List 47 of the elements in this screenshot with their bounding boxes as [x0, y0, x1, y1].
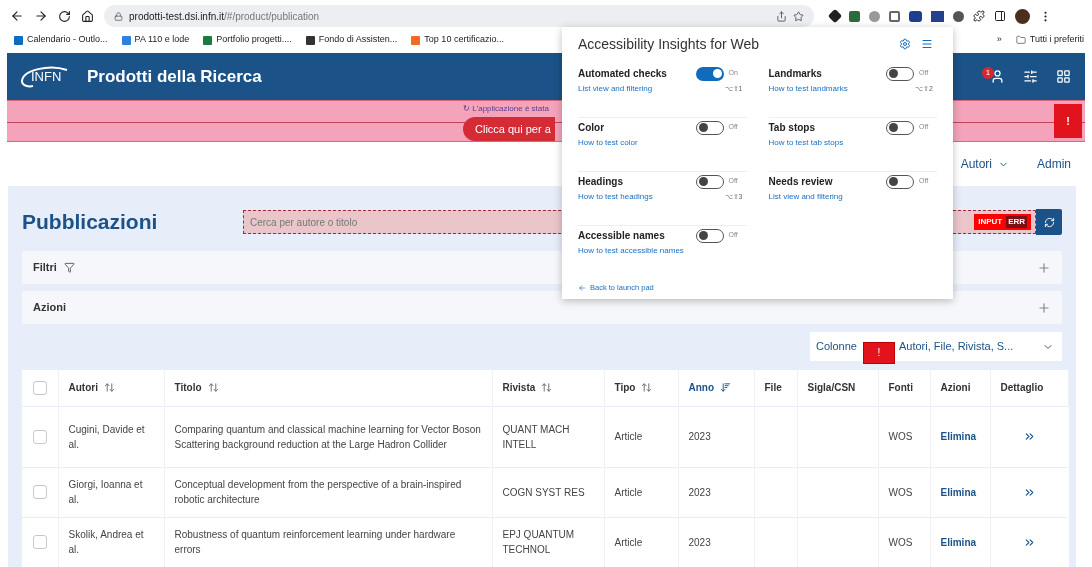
error-flag: ! — [1054, 104, 1082, 138]
column-header: Sigla/CSN — [807, 381, 856, 396]
error-badge-label: INPUT — [978, 216, 1003, 228]
toggle-label: Automated checks — [578, 67, 667, 81]
search-placeholder: Cerca per autore o titolo — [249, 215, 358, 230]
column-header: File — [764, 381, 782, 396]
table-cell: Comparing quantum and classical machine learning for Vector Boson Scattering background reduction at the Large Hadron Collider — [174, 423, 481, 450]
columns-value: Autori, File, Rivista, S... — [899, 339, 1014, 355]
column-header: Fonti — [888, 381, 913, 396]
popup-title: Accessibility Insights for Web — [578, 34, 760, 54]
table-cell: Article — [614, 431, 643, 442]
toggle-label: Needs review — [768, 175, 833, 189]
column-header: Azioni — [940, 381, 971, 396]
table-cell: 2023 — [688, 431, 711, 442]
table-cell: WOS — [888, 536, 913, 548]
table-cell: Giorgi, Ioanna et al. — [68, 479, 143, 505]
url-host: prodotti-test.dsi.infn.it — [129, 9, 225, 24]
table-cell: Skolik, Andrea et al. — [68, 529, 144, 555]
toggle-label: Landmarks — [768, 67, 822, 81]
table-cell: Article — [614, 486, 643, 498]
toggle-label: Accessible names — [578, 229, 665, 243]
table-cell: Conceptual development from the perspective of a brain-inspired robotic architecture — [174, 479, 462, 505]
table-cell: WOS — [888, 431, 913, 442]
column-header: Dettaglio — [1000, 381, 1044, 396]
table-cell: 2023 — [688, 536, 711, 548]
toggle-label: Color — [578, 121, 605, 135]
table-cell: COGN SYST RES — [502, 486, 585, 498]
table-cell: Cugini, Davide et al. — [68, 423, 145, 450]
logo: INFN — [19, 65, 85, 88]
panel-title: Azioni — [33, 300, 66, 316]
table-cell: 2023 — [688, 486, 711, 498]
error-flag: ! — [863, 341, 895, 364]
table-cell: WOS — [888, 486, 913, 498]
table-cell: QUANT MACH INTELL — [502, 423, 570, 450]
app-title: Prodotti della Ricerca — [87, 65, 262, 88]
table-cell: Article — [614, 536, 643, 548]
url-path: /#/product/publication — [224, 9, 320, 24]
panel-title: Filtri — [33, 260, 57, 276]
notification-badge: 1 — [982, 67, 994, 79]
table-cell: EPJ QUANTUM TECHNOL — [502, 529, 575, 555]
toggle-label: Headings — [578, 175, 623, 189]
toggle-label: Tab stops — [768, 121, 815, 135]
banner-message: ↻ L'applicazione è stata — [463, 103, 549, 115]
columns-label: Colonne — [816, 339, 857, 355]
page-title: Pubblicazioni — [22, 209, 159, 236]
error-badge-code: ERR — [1006, 216, 1028, 228]
table-cell: Robustness of quantum reinforcement learning under hardware errors — [174, 529, 456, 555]
